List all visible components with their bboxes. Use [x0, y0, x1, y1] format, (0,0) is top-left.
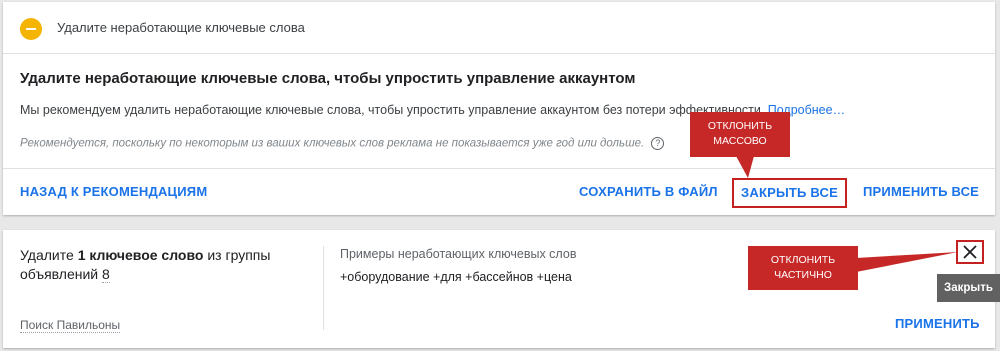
examples-label: Примеры неработающих ключевых слов — [340, 247, 577, 261]
back-to-recommendations-button[interactable]: НАЗАД К РЕКОМЕНДАЦИЯМ — [20, 184, 207, 199]
minus-circle-icon — [20, 18, 42, 40]
callout-bulk-line2: МАССОВО — [713, 135, 767, 147]
examples-value: +оборудование +для +бассейнов +цена — [340, 270, 572, 284]
ad-group-count[interactable]: 8 — [102, 266, 110, 283]
callout-partial-line2: ЧАСТИЧНО — [774, 269, 832, 281]
close-tooltip: Закрыть — [937, 274, 1000, 302]
description-text: Мы рекомендуем удалить неработающие ключ… — [20, 103, 765, 117]
help-icon[interactable]: ? — [651, 137, 665, 150]
divider — [3, 168, 995, 169]
note-text: Рекомендуется, поскольку по некоторым из… — [20, 137, 645, 150]
main-title: Удалите неработающие ключевые слова, что… — [20, 70, 636, 87]
close-icon — [963, 245, 977, 259]
group-title-count: 1 ключевое слово — [77, 247, 204, 263]
save-to-file-button[interactable]: СОХРАНИТЬ В ФАЙЛ — [579, 184, 718, 199]
group-title-prefix: Удалите — [20, 247, 78, 263]
callout-bulk-line1: ОТКЛОНИТЬ — [707, 120, 773, 132]
campaign-name[interactable]: Поиск Павильоны — [20, 318, 121, 333]
apply-all-button[interactable]: ПРИМЕНИТЬ ВСЕ — [863, 184, 979, 199]
apply-button[interactable]: ПРИМЕНИТЬ — [895, 316, 980, 331]
card-header: Удалите неработающие ключевые слова — [3, 2, 995, 54]
close-button[interactable] — [956, 240, 984, 264]
close-all-button[interactable]: ЗАКРЫТЬ ВСЕ — [732, 178, 847, 208]
note: Рекомендуется, поскольку по некоторым из… — [20, 137, 665, 150]
callout-partial-line1: ОТКЛОНИТЬ — [770, 254, 836, 266]
callout-bulk-dismiss: ОТКЛОНИТЬ МАССОВО — [690, 112, 790, 157]
group-title: Удалите 1 ключевое слово из группы объяв… — [20, 246, 310, 284]
vertical-divider — [323, 246, 324, 330]
recommendation-card: Удалите неработающие ключевые слова Удал… — [3, 2, 995, 215]
callout-partial-dismiss: ОТКЛОНИТЬ ЧАСТИЧНО — [748, 246, 858, 290]
header-title: Удалите неработающие ключевые слова — [57, 20, 305, 35]
